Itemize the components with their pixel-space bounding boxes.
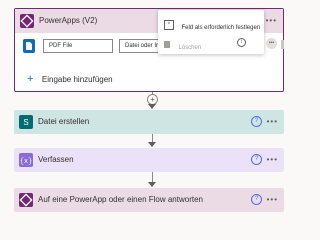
action-card-compose[interactable]: {x} Verfassen ? •••	[14, 148, 284, 172]
arrow-head	[148, 182, 156, 187]
required-field-icon: *	[164, 19, 174, 30]
action-title: Auf eine PowerApp oder einen Flow antwor…	[38, 195, 203, 204]
sharepoint-icon: S	[19, 115, 33, 129]
action-title: Verfassen	[38, 155, 74, 164]
more-options-icon[interactable]: •••	[267, 153, 278, 167]
scrollbar[interactable]	[281, 40, 284, 49]
arrow-head	[148, 104, 156, 109]
action-title: Datei erstellen	[38, 117, 90, 126]
action-card-create-file[interactable]: S Datei erstellen ? •••	[14, 110, 284, 134]
field-menu-button[interactable]: •••	[266, 38, 277, 49]
action-card-respond[interactable]: Auf eine PowerApp oder einen Flow antwor…	[14, 188, 284, 212]
parameter-context-menu: * Feld als erforderlich festlegen Lösche…	[158, 10, 264, 54]
trigger-title: PowerApps (V2)	[39, 16, 98, 25]
compose-icon: {x}	[19, 153, 33, 167]
help-icon[interactable]: ?	[251, 194, 262, 205]
menu-item-make-required[interactable]: * Feld als erforderlich festlegen	[164, 16, 261, 31]
input-name-field[interactable]: PDF File	[43, 39, 113, 53]
input-type-icon	[23, 39, 35, 53]
add-input-label: Eingabe hinzufügen	[41, 75, 113, 84]
menu-item-delete[interactable]: Löschen	[164, 36, 202, 51]
svg-text:{x}: {x}	[20, 158, 33, 166]
add-input-button[interactable]: + Eingabe hinzufügen	[27, 69, 113, 85]
more-options-icon[interactable]: •••	[267, 115, 278, 129]
menu-item-make-required-label: Feld als erforderlich festlegen	[181, 25, 261, 31]
help-icon[interactable]: ?	[251, 116, 262, 127]
more-options-icon[interactable]: •••	[266, 14, 277, 28]
arrow-head	[148, 142, 156, 147]
svg-text:S: S	[23, 118, 28, 127]
more-options-icon[interactable]: •••	[267, 193, 278, 207]
menu-item-delete-label: Löschen	[178, 45, 202, 51]
powerapps-icon	[20, 14, 34, 28]
help-icon[interactable]: ?	[251, 154, 262, 165]
powerapps-icon	[19, 193, 33, 207]
info-icon[interactable]: i	[237, 38, 246, 47]
plus-icon: +	[27, 73, 34, 85]
trash-icon	[164, 41, 170, 49]
